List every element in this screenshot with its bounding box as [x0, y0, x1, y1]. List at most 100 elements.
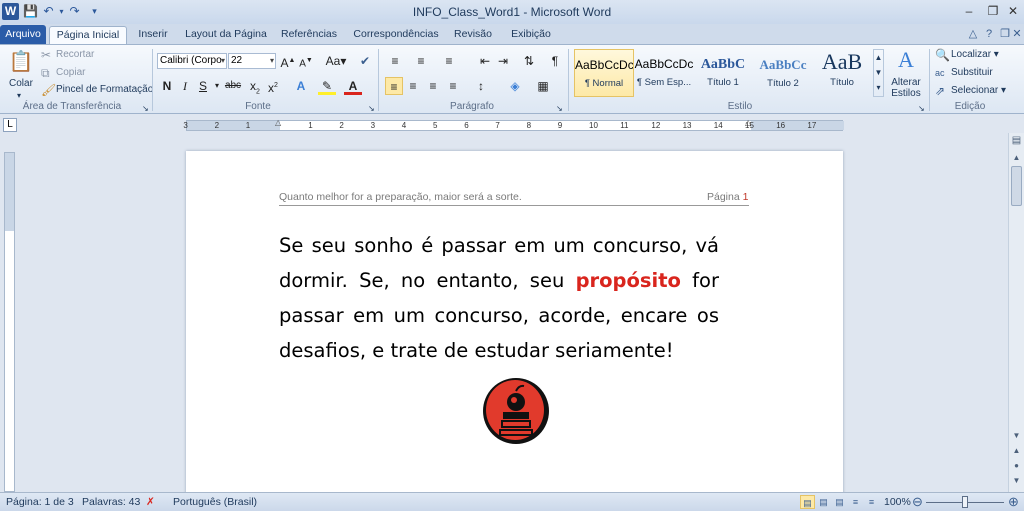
horizontal-ruler[interactable]: △ △ 3 2 1 1 2 3 4 5 6 7 8 9 10 11 12 13 14 15 16 17 [183, 118, 844, 131]
font-launcher-icon[interactable]: ↘ [368, 102, 375, 116]
styles-gallery-scroll[interactable]: ▲ ▼ ▾ [873, 49, 884, 97]
style-titulo[interactable]: AaB Título [812, 49, 872, 97]
style-titulo-1[interactable]: AaBbC Título 1 [693, 49, 753, 97]
multilevel-list-icon[interactable]: ≡ [440, 52, 458, 70]
ruler-toggle-icon[interactable]: ▤ [1009, 133, 1024, 148]
font-name-combo[interactable]: Calibri (Corpo ▾ [157, 53, 227, 69]
style-titulo-2[interactable]: AaBbCc Título 2 [753, 49, 813, 97]
copy-icon[interactable]: ⧉ [41, 66, 50, 80]
cut-button[interactable]: Recortar [56, 48, 94, 62]
scroll-up-icon[interactable]: ▲ [1009, 150, 1024, 165]
doc-close-icon[interactable]: ✕ [1010, 28, 1024, 40]
replace-icon[interactable]: ac [935, 66, 945, 80]
previous-page-icon[interactable]: ▲ [1009, 443, 1024, 458]
tab-selector[interactable]: L [3, 118, 17, 132]
line-spacing-icon[interactable]: ↕ [472, 77, 490, 95]
align-center-icon[interactable]: ≡ [404, 77, 422, 95]
ruler-top-margin [5, 153, 14, 231]
tab-revisao[interactable]: Revisão [451, 26, 495, 44]
font-color-icon[interactable]: A [344, 77, 362, 95]
decrease-indent-icon[interactable]: ⇤ [476, 52, 494, 70]
zoom-out-icon[interactable]: ⊖ [910, 495, 925, 509]
group-separator [929, 49, 930, 111]
align-left-icon[interactable]: ≡ [385, 77, 403, 95]
zoom-level[interactable]: 100% [884, 496, 911, 508]
vertical-ruler[interactable] [4, 152, 15, 492]
bold-icon[interactable]: N [158, 77, 176, 95]
body-paragraph[interactable]: Se seu sonho é passar em um concurso, vá… [279, 228, 719, 368]
tab-arquivo[interactable]: Arquivo [0, 25, 46, 44]
select-icon[interactable]: ⇗ [935, 84, 945, 98]
increase-indent-icon[interactable]: ⇥ [494, 52, 512, 70]
language-status[interactable]: Português (Brasil) [173, 496, 257, 508]
change-styles-icon[interactable]: A [893, 47, 919, 73]
scroll-down-icon[interactable]: ▼ [1009, 428, 1024, 443]
superscript-icon[interactable]: x2 [264, 77, 282, 95]
show-marks-icon[interactable]: ¶ [546, 52, 564, 70]
text-effects-icon[interactable]: A [292, 77, 310, 95]
grow-font-icon[interactable]: A▲ [279, 52, 297, 70]
scroll-thumb[interactable] [1011, 166, 1022, 206]
tab-pagina-inicial[interactable]: Página Inicial [49, 26, 127, 44]
page-count-status[interactable]: Página: 1 de 3 [6, 496, 74, 508]
restore-button[interactable]: ❐ [982, 3, 1004, 19]
document-page[interactable]: Quanto melhor for a preparação, maior se… [186, 151, 843, 511]
select-button[interactable]: Selecionar ▾ [951, 84, 1006, 98]
word-count-status[interactable]: Palavras: 43 [82, 496, 140, 508]
borders-icon[interactable]: ▦ [534, 77, 552, 95]
subscript-icon[interactable]: x2 [246, 77, 264, 95]
format-painter-icon[interactable]: 🖌 [41, 83, 56, 97]
proofing-icon[interactable]: ✗ [146, 496, 155, 508]
clear-formatting-icon[interactable]: ✔ [356, 52, 374, 70]
change-styles-button[interactable]: Alterar Estilos [889, 77, 923, 99]
sort-icon[interactable]: ⇅ [520, 52, 538, 70]
paste-icon[interactable]: 📋 [7, 49, 35, 75]
help-icon[interactable]: ? [982, 28, 996, 40]
web-layout-icon[interactable]: ▤ [832, 495, 847, 509]
indent-marker-icon[interactable]: △ [275, 118, 281, 127]
highlight-color-icon[interactable]: ✎ [318, 77, 336, 95]
numbering-icon[interactable]: ≡ [412, 52, 430, 70]
full-screen-reading-icon[interactable]: ▤ [816, 495, 831, 509]
shrink-font-icon[interactable]: A▼ [297, 52, 315, 70]
tab-correspondencias[interactable]: Correspondências [350, 26, 442, 44]
strikethrough-icon[interactable]: abc [224, 77, 242, 95]
style-preview: AaBbC [700, 57, 746, 72]
clipboard-launcher-icon[interactable]: ↘ [142, 102, 149, 116]
zoom-in-icon[interactable]: ⊕ [1006, 495, 1021, 509]
align-right-icon[interactable]: ≡ [424, 77, 442, 95]
font-name-value: Calibri (Corpo [160, 55, 222, 66]
outline-icon[interactable]: ≡ [848, 495, 863, 509]
find-button[interactable]: Localizar ▾ [951, 48, 999, 62]
print-layout-icon[interactable]: ▤ [800, 495, 815, 509]
find-icon[interactable]: 🔍 [935, 48, 950, 62]
styles-launcher-icon[interactable]: ↘ [918, 102, 925, 116]
shading-icon[interactable]: ◈ [506, 77, 524, 95]
replace-button[interactable]: Substituir [951, 66, 993, 80]
select-browse-object-icon[interactable]: ● [1009, 458, 1024, 473]
paragraph-launcher-icon[interactable]: ↘ [556, 102, 563, 116]
justify-icon[interactable]: ≡ [444, 77, 462, 95]
close-button[interactable]: ✕ [1002, 3, 1024, 19]
tab-inserir[interactable]: Inserir [131, 26, 175, 44]
minimize-ribbon-icon[interactable]: △ [966, 28, 980, 40]
style-normal[interactable]: AaBbCcDc ¶ Normal [574, 49, 634, 97]
format-painter-button[interactable]: Pincel de Formatação [56, 83, 153, 97]
vertical-scrollbar[interactable]: ▤ ▲ ▼ ▲ ● ▼ [1008, 133, 1024, 492]
font-size-combo[interactable]: 22 ▾ [228, 53, 276, 69]
draft-icon[interactable]: ≡ [864, 495, 879, 509]
style-sem-espacamento[interactable]: AaBbCcDc ¶ Sem Esp... [634, 49, 694, 97]
change-case-icon[interactable]: Aa▾ [324, 52, 348, 70]
zoom-slider-thumb[interactable] [962, 496, 968, 508]
ruler-margin-right [751, 121, 844, 130]
tab-layout-da-pagina[interactable]: Layout da Página [183, 26, 269, 44]
next-page-icon[interactable]: ▼ [1009, 473, 1024, 488]
copy-button[interactable]: Copiar [56, 66, 85, 80]
books-apple-clipart[interactable] [481, 376, 551, 446]
tab-exibicao[interactable]: Exibição [506, 26, 556, 44]
tab-referencias[interactable]: Referências [278, 26, 340, 44]
minimize-button[interactable]: – [958, 3, 980, 19]
bullets-icon[interactable]: ≡ [386, 52, 404, 70]
italic-icon[interactable]: I [176, 77, 194, 95]
cut-icon[interactable]: ✂ [41, 48, 51, 62]
